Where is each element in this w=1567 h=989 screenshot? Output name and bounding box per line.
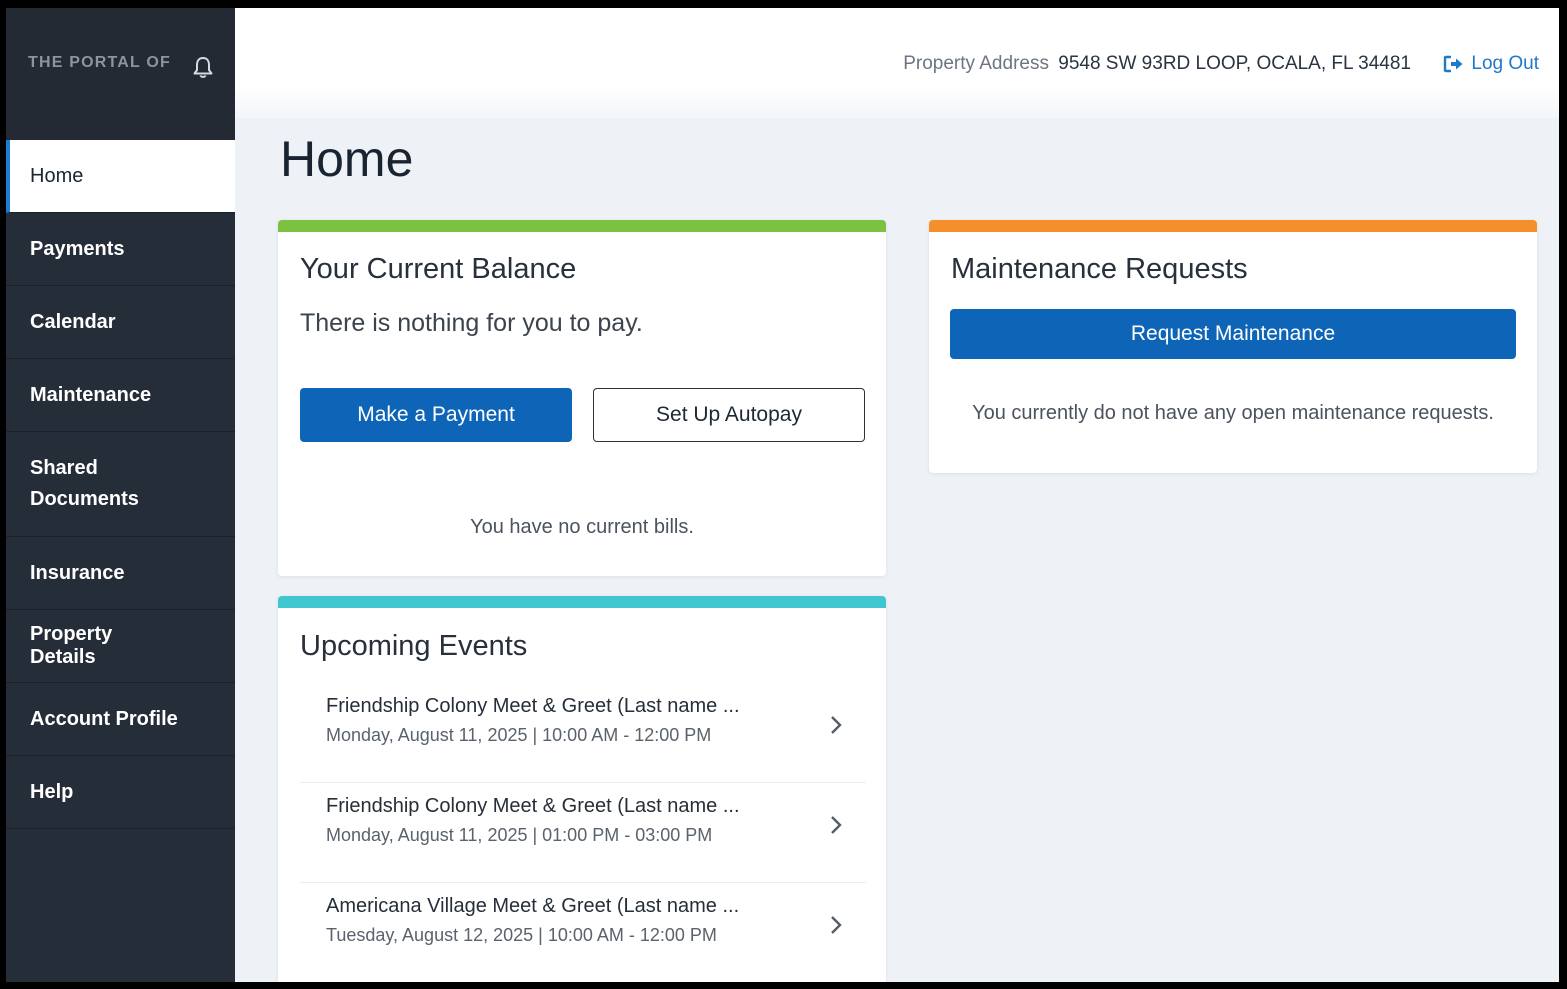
balance-message: There is nothing for you to pay. xyxy=(300,309,643,337)
sidebar-item-property-details[interactable]: Property Details xyxy=(6,610,235,683)
bell-icon[interactable] xyxy=(192,55,214,79)
no-bills-message: You have no current bills. xyxy=(470,516,694,538)
sidebar-item-shared-documents[interactable]: Shared Documents xyxy=(6,432,235,537)
sidebar-item-insurance[interactable]: Insurance xyxy=(6,537,235,610)
sidebar-nav: Home Payments Calendar Maintenance Share… xyxy=(6,140,235,829)
balance-actions: Make a Payment Set Up Autopay xyxy=(300,388,865,442)
maintenance-card-title: Maintenance Requests xyxy=(951,253,1248,285)
logout-label: Log Out xyxy=(1471,53,1539,74)
sidebar-header: THE PORTAL OF xyxy=(6,8,235,140)
top-bar: Property Address 9548 SW 93RD LOOP, OCAL… xyxy=(235,8,1559,118)
event-date: Monday, August 11, 2025 | 10:00 AM - 12:… xyxy=(326,725,712,745)
sidebar-item-label: Payments xyxy=(30,237,125,260)
make-payment-button[interactable]: Make a Payment xyxy=(300,388,572,442)
sidebar: THE PORTAL OF Home Payments Calendar Mai… xyxy=(6,8,235,982)
address-label: Property Address xyxy=(903,53,1049,74)
maintenance-message: You currently do not have any open maint… xyxy=(972,402,1494,424)
event-item[interactable]: Friendship Colony Meet & Greet (Last nam… xyxy=(300,783,866,883)
chevron-right-icon xyxy=(831,816,842,834)
sidebar-item-maintenance[interactable]: Maintenance xyxy=(6,359,235,432)
portal-label: THE PORTAL OF xyxy=(28,54,172,71)
sidebar-item-home[interactable]: Home xyxy=(6,140,235,213)
chevron-right-icon xyxy=(831,916,842,934)
logout-icon xyxy=(1444,55,1463,73)
address-value: 9548 SW 93RD LOOP, OCALA, FL 34481 xyxy=(1058,53,1411,74)
set-up-autopay-button[interactable]: Set Up Autopay xyxy=(593,388,865,442)
sidebar-item-label: Help xyxy=(30,780,74,803)
request-maintenance-button[interactable]: Request Maintenance xyxy=(950,309,1516,359)
card-accent-bar xyxy=(929,220,1537,232)
card-accent-bar xyxy=(278,596,886,608)
event-date: Monday, August 11, 2025 | 01:00 PM - 03:… xyxy=(326,825,713,845)
maintenance-requests-card: Maintenance Requests Request Maintenance… xyxy=(929,220,1537,473)
sidebar-item-label: Shared Documents xyxy=(30,457,139,510)
app-frame: THE PORTAL OF Home Payments Calendar Mai… xyxy=(6,8,1559,982)
sidebar-item-label: Maintenance xyxy=(30,383,152,406)
sidebar-item-account-profile[interactable]: Account Profile xyxy=(6,683,235,756)
event-date: Tuesday, August 12, 2025 | 10:00 AM - 12… xyxy=(326,925,717,945)
sidebar-item-label: Home xyxy=(30,164,84,187)
sidebar-item-help[interactable]: Help xyxy=(6,756,235,829)
page-title: Home xyxy=(280,131,414,187)
event-item[interactable]: Friendship Colony Meet & Greet (Last nam… xyxy=(300,683,866,783)
event-title: Friendship Colony Meet & Greet (Last nam… xyxy=(326,695,740,717)
logout-link[interactable]: Log Out xyxy=(1443,53,1539,75)
current-balance-card: Your Current Balance There is nothing fo… xyxy=(278,220,886,576)
card-accent-bar xyxy=(278,220,886,232)
event-title: Americana Village Meet & Greet (Last nam… xyxy=(326,895,740,917)
events-card-title: Upcoming Events xyxy=(300,630,528,662)
event-list: Friendship Colony Meet & Greet (Last nam… xyxy=(278,683,886,982)
sidebar-item-label: Calendar xyxy=(30,310,116,333)
sidebar-item-label: Account Profile xyxy=(30,707,178,730)
event-title: Friendship Colony Meet & Greet (Last nam… xyxy=(326,795,740,817)
event-item[interactable]: Americana Village Meet & Greet (Last nam… xyxy=(300,883,866,982)
sidebar-item-payments[interactable]: Payments xyxy=(6,213,235,286)
property-address: Property Address 9548 SW 93RD LOOP, OCAL… xyxy=(903,53,1411,75)
sidebar-item-label: Insurance xyxy=(30,561,125,584)
balance-card-title: Your Current Balance xyxy=(300,253,577,285)
upcoming-events-card: Upcoming Events Friendship Colony Meet &… xyxy=(278,596,886,982)
sidebar-item-calendar[interactable]: Calendar xyxy=(6,286,235,359)
chevron-right-icon xyxy=(831,716,842,734)
sidebar-item-label: Property Details xyxy=(30,623,113,668)
